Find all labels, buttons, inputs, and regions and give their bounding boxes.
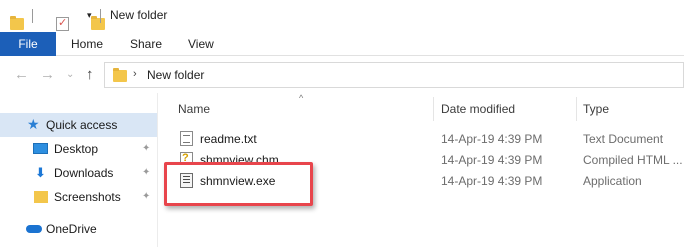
chevron-right-icon[interactable]: › [133, 68, 137, 80]
file-date: 14-Apr-19 4:39 PM [441, 132, 543, 146]
column-headers: ^ Name Date modified Type [160, 93, 684, 125]
file-date: 14-Apr-19 4:39 PM [441, 153, 543, 167]
properties-icon[interactable] [56, 16, 69, 31]
folder-icon [113, 68, 127, 82]
column-type[interactable]: Type [583, 102, 609, 116]
window-title: New folder [110, 8, 168, 22]
navigation-pane: ★ Quick access Desktop ✦ ⬇ Downloads ✦ S… [0, 93, 158, 247]
file-name: readme.txt [200, 132, 257, 146]
address-path[interactable]: New folder [147, 68, 204, 82]
divider [32, 9, 33, 23]
up-arrow-icon[interactable]: ↑ [86, 66, 94, 83]
forward-arrow-icon[interactable]: → [40, 66, 55, 83]
sort-ascending-icon: ^ [299, 93, 304, 103]
tab-share[interactable]: Share [130, 37, 162, 51]
file-row[interactable]: shmnview.exe 14-Apr-19 4:39 PM Applicati… [160, 170, 684, 191]
address-bar[interactable]: › New folder [104, 62, 684, 88]
file-row[interactable]: readme.txt 14-Apr-19 4:39 PM Text Docume… [160, 128, 684, 149]
file-type: Application [583, 174, 642, 188]
nav-item-downloads[interactable]: ⬇ Downloads ✦ [0, 161, 157, 185]
new-folder-icon[interactable] [91, 16, 105, 30]
nav-item-desktop[interactable]: Desktop ✦ [0, 137, 157, 161]
customize-toolbar-icon[interactable]: ▾ [87, 10, 92, 21]
recent-locations-icon[interactable]: ⌄ [66, 69, 74, 80]
file-type: Compiled HTML ... [583, 153, 683, 167]
folder-icon [10, 16, 24, 30]
folder-icon [34, 191, 48, 203]
star-icon: ★ [27, 116, 40, 132]
nav-item-label: Screenshots [54, 190, 121, 204]
nav-item-label: Quick access [46, 118, 118, 132]
pin-icon[interactable]: ✦ [142, 191, 150, 202]
divider [100, 9, 101, 23]
nav-item-label: Downloads [54, 166, 114, 180]
back-arrow-icon[interactable]: ← [14, 66, 29, 83]
navigation-bar: ← → ⌄ ↑ › New folder [0, 57, 684, 93]
column-name[interactable]: Name [178, 102, 210, 116]
text-file-icon [180, 131, 193, 146]
nav-item-onedrive[interactable]: OneDrive [0, 217, 157, 241]
desktop-icon [33, 143, 48, 154]
tab-file[interactable]: File [0, 32, 56, 56]
nav-item-screenshots[interactable]: Screenshots ✦ [0, 185, 157, 209]
file-name: shmnview.exe [200, 174, 276, 188]
column-date-modified[interactable]: Date modified [441, 102, 515, 116]
onedrive-icon [26, 225, 42, 233]
tab-view[interactable]: View [188, 37, 214, 51]
nav-item-quick-access[interactable]: ★ Quick access [0, 113, 157, 137]
tab-home[interactable]: Home [71, 37, 103, 51]
nav-item-label: OneDrive [46, 222, 97, 236]
pin-icon[interactable]: ✦ [142, 143, 150, 154]
nav-item-label: Desktop [54, 142, 99, 156]
column-divider[interactable] [433, 97, 434, 121]
downloads-icon: ⬇ [35, 165, 46, 180]
file-date: 14-Apr-19 4:39 PM [441, 174, 543, 188]
ribbon-tabs: File Home Share View [0, 32, 684, 56]
file-type: Text Document [583, 132, 664, 146]
pin-icon[interactable]: ✦ [142, 167, 150, 178]
title-bar: ▾ New folder [0, 0, 684, 32]
column-divider[interactable] [576, 97, 577, 121]
exe-file-icon [180, 173, 193, 188]
